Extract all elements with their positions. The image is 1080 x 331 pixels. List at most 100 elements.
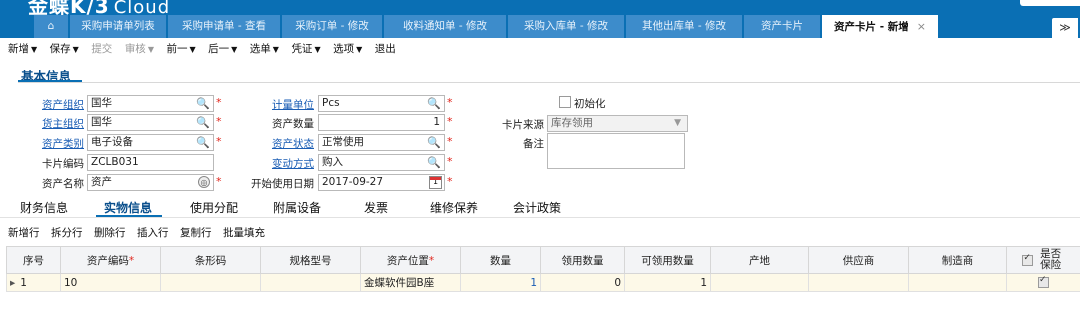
card-code-label: 卡片编码 bbox=[42, 158, 84, 170]
top-search-box[interactable] bbox=[1020, 0, 1080, 6]
tab-receipt-notice-edit[interactable]: 收料通知单 - 修改 bbox=[384, 15, 506, 38]
col-used-qty[interactable]: 领用数量 bbox=[540, 246, 625, 274]
save-button[interactable]: 保存 ▼ bbox=[50, 41, 79, 56]
required-mark: * bbox=[447, 175, 453, 188]
asset-status-field[interactable]: 正常使用 🔍 bbox=[318, 134, 445, 151]
section-underline bbox=[18, 80, 82, 82]
card-code-field[interactable]: ZCLB031 bbox=[87, 154, 214, 171]
search-icon[interactable]: 🔍 bbox=[196, 135, 210, 150]
tab-maintenance[interactable]: 维修保养 bbox=[430, 199, 478, 216]
cell-spec[interactable] bbox=[260, 273, 361, 292]
col-seq[interactable]: 序号 bbox=[6, 246, 61, 274]
initialize-checkbox[interactable] bbox=[559, 96, 571, 108]
tab-purchase-request-list[interactable]: 采购申请单列表 bbox=[70, 15, 166, 38]
cell-supplier[interactable] bbox=[808, 273, 909, 292]
col-asset-code[interactable]: 资产编码* bbox=[60, 246, 161, 274]
owner-org-label[interactable]: 货主组织 bbox=[14, 116, 84, 131]
card-source-label: 卡片来源 bbox=[502, 119, 544, 131]
cell-available-qty[interactable]: 1 bbox=[624, 273, 711, 292]
tab-finance-info[interactable]: 财务信息 bbox=[20, 199, 68, 216]
search-icon[interactable]: 🔍 bbox=[196, 96, 210, 111]
cell-seq[interactable]: ▸ 1 bbox=[6, 273, 61, 292]
submit-button[interactable]: 提交 bbox=[91, 41, 112, 56]
multilang-icon[interactable]: ◎ bbox=[198, 176, 210, 188]
home-tab[interactable]: ⌂ bbox=[34, 15, 68, 38]
select-bill-button[interactable]: 选单 ▼ bbox=[250, 41, 279, 56]
tab-asset-card[interactable]: 资产卡片 bbox=[744, 15, 820, 38]
change-method-label[interactable]: 变动方式 bbox=[244, 156, 314, 171]
col-barcode[interactable]: 条形码 bbox=[160, 246, 261, 274]
start-date-field[interactable]: 2017-09-27 1 bbox=[318, 174, 445, 191]
copy-row-button[interactable]: 复制行 bbox=[180, 227, 212, 239]
section-divider bbox=[18, 82, 1080, 83]
tab-accessory-equipment[interactable]: 附属设备 bbox=[273, 199, 321, 216]
asset-qty-field[interactable]: 1 bbox=[318, 114, 445, 131]
tab-other-outbound-edit[interactable]: 其他出库单 - 修改 bbox=[626, 15, 742, 38]
caret-down-icon: ▼ bbox=[356, 45, 363, 54]
required-mark: * bbox=[447, 96, 453, 109]
next-button[interactable]: 后一 ▼ bbox=[208, 41, 237, 56]
audit-button[interactable]: 审核 ▼ bbox=[125, 41, 154, 56]
asset-org-label[interactable]: 资产组织 bbox=[14, 97, 84, 112]
col-available-qty[interactable]: 可领用数量 bbox=[624, 246, 711, 274]
cell-asset-code[interactable]: 10 bbox=[60, 273, 161, 292]
tab-usage-allocation[interactable]: 使用分配 bbox=[190, 199, 238, 216]
caret-down-icon: ▼ bbox=[231, 45, 238, 54]
insert-row-button[interactable]: 插入行 bbox=[137, 227, 169, 239]
calendar-icon[interactable]: 1 bbox=[429, 176, 442, 189]
grid-header-row: 序号 资产编码* 条形码 规格型号 资产位置* 数量 领用数量 可领用数量 产地… bbox=[6, 246, 1080, 274]
col-manufacturer[interactable]: 制造商 bbox=[908, 246, 1007, 274]
batch-fill-button[interactable]: 批量填充 bbox=[223, 227, 265, 239]
tab-purchase-request-view[interactable]: 采购申请单 - 查看 bbox=[168, 15, 280, 38]
new-button[interactable]: 新增 ▼ bbox=[8, 41, 37, 56]
asset-category-field[interactable]: 电子设备 🔍 bbox=[87, 134, 214, 151]
search-icon[interactable]: 🔍 bbox=[196, 115, 210, 130]
col-location[interactable]: 资产位置* bbox=[360, 246, 461, 274]
asset-category-label[interactable]: 资产类别 bbox=[14, 136, 84, 151]
cell-used-qty[interactable]: 0 bbox=[540, 273, 625, 292]
tab-purchase-inbound-edit[interactable]: 采购入库单 - 修改 bbox=[508, 15, 624, 38]
delete-row-button[interactable]: 删除行 bbox=[94, 227, 126, 239]
split-row-button[interactable]: 拆分行 bbox=[51, 227, 83, 239]
col-insured[interactable]: 是否保险 bbox=[1006, 246, 1080, 274]
cell-qty[interactable]: 1 bbox=[460, 273, 541, 292]
exit-button[interactable]: 退出 bbox=[375, 41, 396, 56]
cell-origin[interactable] bbox=[710, 273, 809, 292]
search-icon[interactable]: 🔍 bbox=[427, 155, 441, 170]
asset-status-label[interactable]: 资产状态 bbox=[244, 136, 314, 151]
col-qty[interactable]: 数量 bbox=[460, 246, 541, 274]
voucher-button[interactable]: 凭证 ▼ bbox=[291, 41, 320, 56]
add-row-button[interactable]: 新增行 bbox=[8, 227, 40, 239]
previous-button[interactable]: 前一 ▼ bbox=[166, 41, 195, 56]
tab-physical-info[interactable]: 实物信息 bbox=[104, 199, 152, 216]
unit-label[interactable]: 计量单位 bbox=[244, 97, 314, 112]
search-icon[interactable]: 🔍 bbox=[427, 96, 441, 111]
tab-invoice[interactable]: 发票 bbox=[364, 199, 388, 216]
options-button[interactable]: 选项 ▼ bbox=[333, 41, 362, 56]
owner-org-field[interactable]: 国华 🔍 bbox=[87, 114, 214, 131]
col-origin[interactable]: 产地 bbox=[710, 246, 809, 274]
cell-barcode[interactable] bbox=[160, 273, 261, 292]
col-spec[interactable]: 规格型号 bbox=[260, 246, 361, 274]
tab-asset-card-new[interactable]: 资产卡片 - 新增 × bbox=[822, 15, 938, 38]
close-icon[interactable]: × bbox=[917, 20, 926, 33]
unit-field[interactable]: Pcs 🔍 bbox=[318, 95, 445, 112]
chevron-down-icon[interactable]: ▼ bbox=[674, 116, 681, 131]
card-source-select[interactable]: 库存领用 ▼ bbox=[547, 115, 688, 132]
cell-manufacturer[interactable] bbox=[908, 273, 1007, 292]
cell-location[interactable]: 金蝶软件园B座 bbox=[360, 273, 461, 292]
tab-purchase-order-edit[interactable]: 采购订单 - 修改 bbox=[282, 15, 382, 38]
insured-checkbox[interactable] bbox=[1038, 275, 1049, 288]
change-method-field[interactable]: 购入 🔍 bbox=[318, 154, 445, 171]
asset-name-field[interactable]: 资产 ◎ bbox=[87, 174, 214, 191]
remark-textarea[interactable] bbox=[547, 133, 685, 169]
insured-header-checkbox[interactable] bbox=[1022, 253, 1034, 266]
tab-accounting-policy[interactable]: 会计政策 bbox=[513, 199, 561, 216]
search-icon[interactable]: 🔍 bbox=[427, 135, 441, 150]
asset-org-field[interactable]: 国华 🔍 bbox=[87, 95, 214, 112]
required-mark: * bbox=[128, 254, 135, 267]
col-supplier[interactable]: 供应商 bbox=[808, 246, 909, 274]
table-row[interactable]: ▸ 1 10 金蝶软件园B座 1 0 1 bbox=[6, 273, 1080, 292]
more-tabs-icon[interactable]: ≫ bbox=[1052, 18, 1078, 38]
cell-insured[interactable] bbox=[1006, 273, 1080, 292]
